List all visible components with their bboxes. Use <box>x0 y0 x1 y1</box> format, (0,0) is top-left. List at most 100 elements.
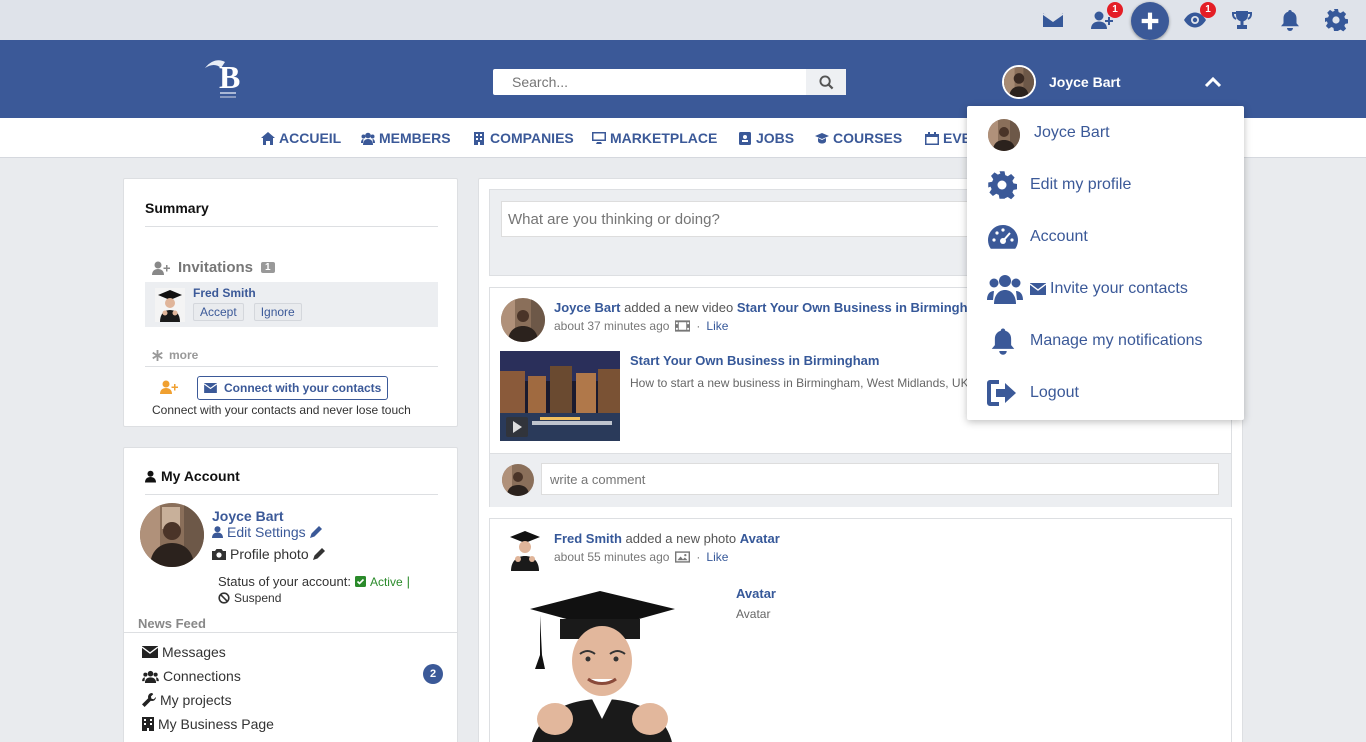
dropdown-item-logout[interactable]: Logout <box>967 369 1244 417</box>
divider <box>145 366 438 367</box>
connect-note: Connect with your contacts and never los… <box>152 403 411 417</box>
dropdown-item-account[interactable]: Account <box>967 213 1244 261</box>
user-plus-icon <box>152 261 170 275</box>
nav-item-marketplace[interactable]: MARKETPLACE <box>592 130 717 146</box>
post-author[interactable]: Joyce Bart <box>554 300 620 315</box>
site-logo[interactable]: B <box>203 52 253 104</box>
ignore-button[interactable]: Ignore <box>253 303 302 321</box>
account-status: Status of your account: Active | <box>218 574 411 589</box>
graduation-cap-icon <box>815 132 829 143</box>
add-new-button[interactable] <box>1131 2 1169 40</box>
post-header: Joyce Bart added a new video Start Your … <box>554 300 987 315</box>
menu-connections[interactable]: Connections <box>142 668 241 684</box>
suspend-link[interactable]: Suspend <box>218 591 281 605</box>
search-input[interactable] <box>493 69 803 95</box>
nav-item-courses[interactable]: COURSES <box>815 130 902 146</box>
edit-settings-link[interactable]: Edit Settings <box>212 524 322 540</box>
post-target-link[interactable]: Start Your Own Business in Birmingham <box>737 300 986 315</box>
joyce-bart-avatar[interactable] <box>501 298 545 342</box>
video-description: How to start a new business in Birmingha… <box>630 376 969 390</box>
user-dropdown-menu: Joyce Bart Edit my profile Account Invit… <box>967 106 1244 420</box>
nav-item-events[interactable]: EVE <box>925 130 971 146</box>
connections-count-badge: 2 <box>423 664 443 684</box>
video-thumbnail[interactable] <box>500 351 620 441</box>
invitations-header: Invitations 1 <box>152 259 275 276</box>
post-author[interactable]: Fred Smith <box>554 531 622 546</box>
menu-my-projects[interactable]: My projects <box>142 692 232 708</box>
envelope-icon <box>204 383 217 393</box>
nav-item-companies[interactable]: COMPANIES <box>472 130 574 146</box>
comment-input[interactable] <box>541 463 1219 495</box>
desktop-icon <box>592 131 606 144</box>
post-photo[interactable] <box>510 579 725 742</box>
settings-gear-icon[interactable] <box>1323 7 1349 33</box>
video-title-link[interactable]: Start Your Own Business in Birmingham <box>630 353 879 368</box>
like-link[interactable]: Like <box>706 319 728 333</box>
nav-item-accueil[interactable]: ACCUEIL <box>261 130 341 146</box>
nav-item-members[interactable]: MEMBERS <box>361 130 451 146</box>
post-target-link[interactable]: Avatar <box>740 531 780 546</box>
invitations-count-badge: 1 <box>261 262 275 273</box>
trophy-icon[interactable] <box>1229 7 1255 33</box>
user-plus-orange-icon <box>160 380 178 397</box>
id-badge-icon <box>739 131 751 145</box>
post-meta: about 55 minutes ago · Like <box>554 550 729 564</box>
pencil-icon <box>312 548 325 560</box>
visits-badge: 1 <box>1200 2 1216 18</box>
my-account-header: My Account <box>145 468 240 484</box>
active-status[interactable]: Active <box>370 575 403 589</box>
top-icon-bar: 1 1 <box>0 0 1366 40</box>
invite-name[interactable]: Fred Smith <box>193 286 256 300</box>
photo-description: Avatar <box>736 607 771 621</box>
building-icon <box>474 131 484 145</box>
comment-bar <box>490 453 1231 507</box>
news-feed-label: News Feed <box>138 616 206 631</box>
user-icon <box>212 526 223 538</box>
post-time: about 37 minutes ago <box>554 319 670 333</box>
users-icon <box>142 670 159 683</box>
dropdown-item-invite-contacts[interactable]: Invite your contacts <box>967 265 1244 313</box>
post-header: Fred Smith added a new photo Avatar <box>554 531 780 546</box>
fred-smith-avatar[interactable] <box>155 288 185 322</box>
my-account-panel: My Account Joyce Bart Edit Settings Prof… <box>123 447 458 742</box>
dropdown-item-profile[interactable]: Joyce Bart <box>967 109 1244 157</box>
profile-photo-link[interactable]: Profile photo <box>212 546 325 562</box>
accept-button[interactable]: Accept <box>193 303 244 321</box>
invitation-row: Fred Smith Accept Ignore <box>145 282 438 327</box>
users-icon <box>987 275 1023 304</box>
messages-icon[interactable] <box>1040 7 1066 33</box>
menu-messages[interactable]: Messages <box>142 644 226 660</box>
chevron-up-icon[interactable] <box>1204 74 1222 90</box>
summary-title: Summary <box>145 200 209 216</box>
header-user-name[interactable]: Joyce Bart <box>1049 74 1121 90</box>
post-meta: about 37 minutes ago · Like <box>554 319 729 333</box>
menu-my-business-page[interactable]: My Business Page <box>142 716 274 732</box>
header-avatar[interactable] <box>1002 65 1036 99</box>
more-link[interactable]: more <box>152 348 198 362</box>
asterisk-icon <box>152 349 163 361</box>
nav-item-jobs[interactable]: JOBS <box>738 130 794 146</box>
account-name[interactable]: Joyce Bart <box>212 508 284 524</box>
gear-icon <box>988 171 1017 200</box>
pencil-icon <box>309 526 322 538</box>
photo-title-link[interactable]: Avatar <box>736 586 776 601</box>
dropdown-item-notifications[interactable]: Manage my notifications <box>967 317 1244 365</box>
dropdown-item-edit-profile[interactable]: Edit my profile <box>967 161 1244 209</box>
users-icon <box>361 132 375 145</box>
check-square-icon <box>354 576 366 587</box>
envelope-icon <box>142 646 158 658</box>
logout-icon <box>987 380 1016 406</box>
feed-post: Fred Smith added a new photo Avatar abou… <box>489 518 1232 742</box>
like-link[interactable]: Like <box>706 550 728 564</box>
connect-contacts-button[interactable]: Connect with your contacts <box>197 376 389 400</box>
search-bar <box>493 69 846 95</box>
fred-smith-avatar[interactable] <box>505 529 545 571</box>
divider <box>145 494 438 495</box>
visits-icon[interactable]: 1 <box>1182 2 1216 33</box>
notifications-bell-icon[interactable] <box>1277 7 1303 33</box>
search-button[interactable] <box>806 69 846 95</box>
divider <box>124 632 457 633</box>
account-avatar[interactable] <box>140 503 204 567</box>
friend-requests-icon[interactable]: 1 <box>1089 2 1123 33</box>
envelope-icon <box>1030 283 1046 295</box>
